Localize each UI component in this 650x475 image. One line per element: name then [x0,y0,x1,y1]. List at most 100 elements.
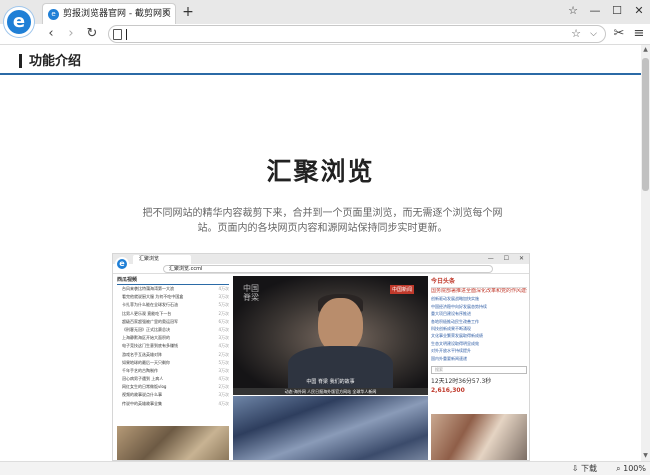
shot-list-item: 网红女生的日常做饭vlog 2万次 [117,383,229,391]
shot-list-item: 超级百家超强被广里的奥运冠军 6万次 [117,318,229,326]
shot-address: 汇聚浏览.ccml [163,265,493,273]
shot-list-text: 如果地球的最后一天只剩你 [122,359,170,365]
section-marker [19,54,22,68]
shot-news-head: 今日头条 [431,276,527,288]
active-tab[interactable]: e 剪报浏览器官网 - 截剪网页 ✕ [42,3,176,24]
shot-list-item: 视频的故事说点什么事 3万次 [117,391,229,399]
refresh-button[interactable]: ↻ [83,25,101,43]
address-dropdown-icon[interactable]: ⌵ [590,26,597,42]
browser-window: e 剪报浏览器官网 - 截剪网页 ✕ + ☆ — ☐ ✕ e ‹ › ↻ ☆ ⌵… [0,0,650,475]
shot-news-item: 文化事业繁荣发展取得新成绩 [431,333,483,339]
shot-video-vertical-text: 中国脊梁 [243,284,259,302]
shot-list-views: 5万次 [218,359,229,365]
hero-description: 把不同网站的精华内容裁剪下来，合并到一个页面里浏览，而无需逐个浏览每个网站。页面… [142,208,503,234]
scroll-up-icon[interactable]: ▲ [641,45,650,55]
tab-close-icon[interactable]: ✕ [162,4,170,24]
close-button[interactable]: ✕ [628,0,650,22]
shot-list-views: 2万次 [218,351,229,357]
zoom-level[interactable]: ⌕ 100% [616,462,646,475]
shot-list-views: 3万次 [218,392,229,398]
shot-list-text: 冠心病男子遇到 上病人 [122,376,164,382]
tab-favicon-icon: e [48,9,59,20]
section-header: 功能介绍 [0,45,641,75]
shot-video: 中国脊梁 中国新闻 中国 脊梁 我们的故事 [233,276,428,388]
shot-list-item: 传说中的英雄故事全集 4万次 [117,400,229,408]
shot-news-item: 生态文明建设取得明显成效 [431,340,479,346]
shot-list-views: 2万次 [218,310,229,316]
shot-list-text: 电子竞技这门生意到底有多赚钱 [122,343,178,349]
shot-list-text: 视频的故事说点什么事 [122,392,162,398]
download-button[interactable]: ⇩ 下载 [572,462,597,475]
shot-list-text: 游戏名手互选英雄对阵 [122,351,162,357]
shot-news-item: 各地积极推动民生改善工作 [431,318,479,324]
shot-list-views: 4万次 [218,343,229,349]
maximize-button[interactable]: ☐ [606,0,628,22]
shot-food-image [431,414,527,460]
shot-news-image [233,396,428,460]
shot-video-caption: 中国 脊梁 我们的故事 [306,379,355,385]
shot-list-text: 《刑客无冠》正式比赛总决 [122,326,170,332]
minimize-button[interactable]: — [584,0,606,22]
shot-list-text: 上海静默海区开始大面积的 [122,335,170,341]
shot-list-views: 4万次 [218,286,229,291]
shot-list-views: 6万次 [218,318,229,324]
shot-list-views: 3万次 [218,367,229,373]
shot-list-item: 冠心病男子遇到 上病人 4万次 [117,375,229,383]
shot-news-item: 对外开放水平持续提升 [431,348,471,354]
shot-list-item: 如果地球的最后一天只剩你 5万次 [117,359,229,367]
address-bar[interactable]: ☆ ⌵ [108,25,606,43]
browser-logo[interactable]: e [4,7,34,37]
shot-tab: 汇聚浏览 [133,255,191,264]
shot-list-views: 4万次 [218,376,229,382]
shot-list-text: 比男人更乐观 竟能吃下一台 [122,310,172,316]
shot-list-views: 3万次 [218,335,229,341]
window-controls: ☆ — ☐ ✕ [562,0,650,22]
shot-video-badge: 中国新闻 [389,285,414,294]
shot-search: 搜索 [431,366,527,375]
shot-tab-bar: 汇聚浏览 — ☐ ✕ [113,254,529,264]
shot-list-item: 台风来袭比特蒲海湾第一大浪 4万次 [117,285,229,293]
shot-list-text: 台风来袭比特蒲海湾第一大浪 [122,286,174,291]
shot-list-item: 上海静默海区开始大面积的 3万次 [117,334,229,342]
shot-list-views: 4万次 [218,400,229,406]
scroll-down-icon[interactable]: ▼ [641,451,650,461]
shot-list-item: 千年手艺的古陶制作 3万次 [117,367,229,375]
scissors-icon[interactable]: ✂ [610,25,628,43]
shot-news-item: 国内外重要新闻速递 [431,355,467,361]
shot-news-item: 创新驱动发展战略加快实施 [431,296,479,302]
scroll-thumb[interactable] [642,58,649,191]
shot-news-item: 科技创新成果不断涌现 [431,326,471,332]
bookmark-star-icon[interactable]: ☆ [571,26,581,42]
shot-list-item: 《刑客无冠》正式比赛总决 4万次 [117,326,229,334]
nav-bar: ‹ › ↻ ☆ ⌵ ✂ ≡ [0,24,650,45]
vertical-scrollbar[interactable]: ▲ ▼ [641,45,650,461]
pin-icon[interactable]: ☆ [562,0,584,22]
shot-list-text: 卡扎菲为什么能在全球发行石油 [122,302,178,308]
page-content: 功能介绍 汇聚浏览 把不同网站的精华内容裁剪下来，合并到一个页面里浏览，而无需逐… [0,45,641,461]
shot-list-text: 超级百家超强被广里的奥运冠军 [122,318,178,324]
shot-list-text: 传说中的英雄故事全集 [122,400,162,406]
shot-counter: 12天12时36分57.3秒 2,616,300 [431,377,527,395]
shot-video-list: 西瓜视频 台风来袭比特蒲海湾第一大浪 4万次 看完他就说厨大服 为何不吃中国盒 3万次… [117,276,229,426]
shot-list-views: 3万次 [218,294,229,300]
shot-news-item: 国务院部署推进全面深化改革和党的作风建设 [431,288,527,294]
shot-counter-label: 12天12时36分57.3秒 [431,378,492,386]
shot-list-item: 游戏名手互选英雄对阵 2万次 [117,351,229,359]
shot-counter-value: 2,616,300 [431,387,465,395]
section-title: 功能介绍 [29,54,82,69]
shot-window-controls: — ☐ ✕ [487,255,528,262]
shot-poster-image [117,426,229,460]
shot-list-item: 卡扎菲为什么能在全球发行石油 5万次 [117,301,229,309]
shot-list-title: 西瓜视频 [117,276,229,285]
menu-icon[interactable]: ≡ [630,25,648,43]
forward-button[interactable]: › [62,25,80,43]
back-button[interactable]: ‹ [42,25,60,43]
feature-screenshot: 汇聚浏览 — ☐ ✕ e 汇聚浏览.ccml 西瓜视频 台风来袭比特蒲海湾第一大… [112,253,530,461]
shot-list-views: 2万次 [218,384,229,390]
shot-news-item: 中国经济稳中向好发展态势持续 [431,303,487,309]
new-tab-button[interactable]: + [180,3,196,21]
shot-list-views: 5万次 [218,302,229,308]
shot-news-caption: 动态·海外网 人民日报海外版官方网站 全球华人新闻 [233,388,428,395]
tab-title: 剪报浏览器官网 - 截剪网页 [63,9,171,19]
status-bar: ⇩ 下载 ⌕ 100% [0,461,650,475]
